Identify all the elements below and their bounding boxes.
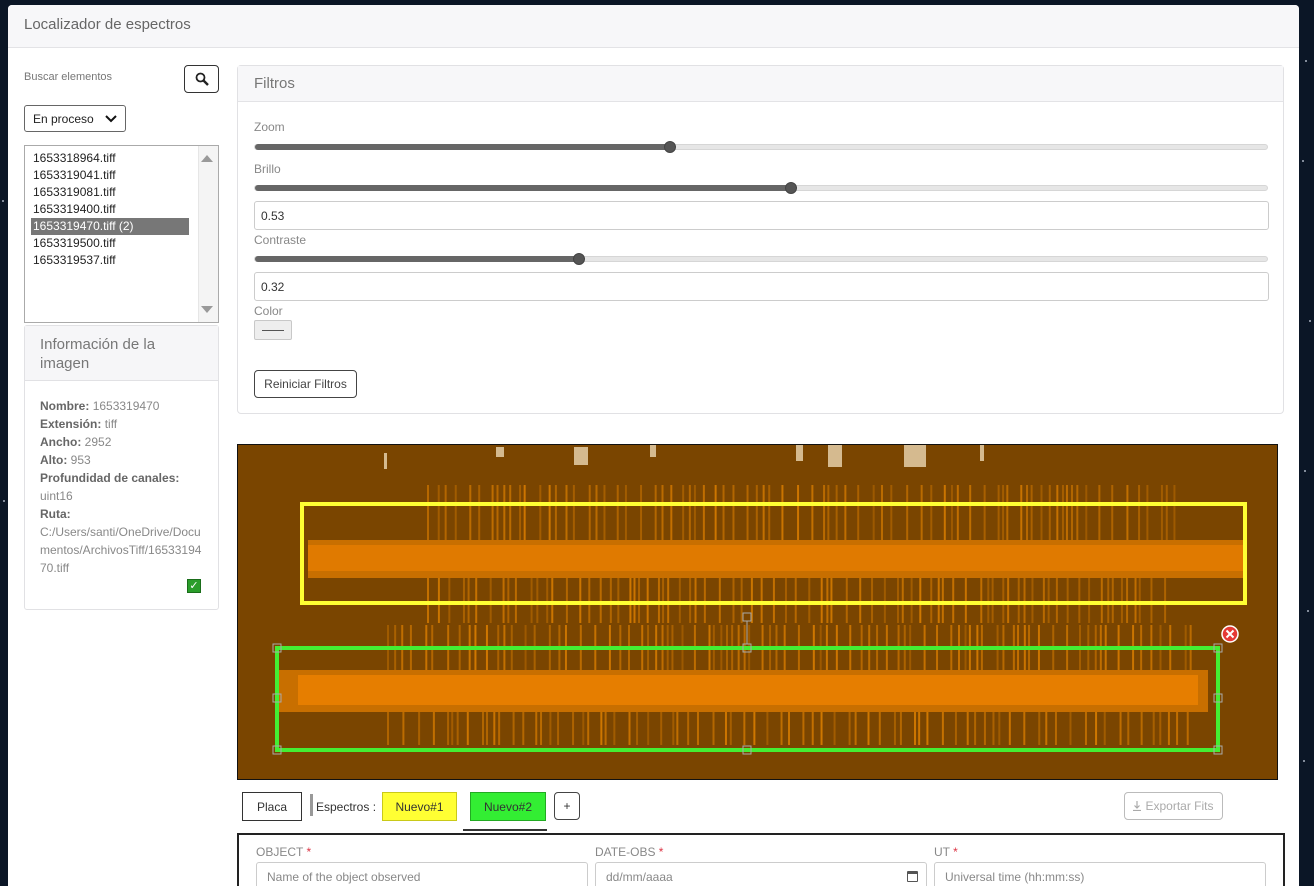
plate-image[interactable] <box>238 445 1278 780</box>
search-icon <box>195 72 209 86</box>
reset-filters-button[interactable]: Reiniciar Filtros <box>254 370 357 398</box>
info-height-label: Alto: <box>40 453 68 467</box>
info-height-row: Alto: 953 <box>40 451 203 469</box>
processed-checkbox[interactable]: ✓ <box>187 579 201 593</box>
info-depth-row: Profundidad de canales: uint16 <box>40 469 203 505</box>
brightness-input[interactable]: 0.53 <box>254 201 1269 230</box>
contrast-slider-thumb[interactable] <box>572 253 585 265</box>
scroll-down-arrow-icon[interactable] <box>201 306 213 313</box>
plate-image-canvas[interactable] <box>237 444 1278 780</box>
status-select[interactable]: En proceso <box>24 105 126 132</box>
object-field-group: OBJECT * Name of the object observed <box>256 845 588 886</box>
file-list-item[interactable]: 1653319537.tiff <box>31 252 189 269</box>
fits-header-form: OBJECT * Name of the object observed DAT… <box>237 833 1285 886</box>
tab-spectrum-1[interactable]: Nuevo#1 <box>382 792 457 821</box>
image-info-card: Información de la imagen Nombre: 1653319… <box>24 325 219 610</box>
ut-input[interactable]: Universal time (hh:mm:ss) <box>934 862 1266 886</box>
filters-panel: Filtros Zoom Brillo 0.53 Contraste 0.32 … <box>237 65 1284 414</box>
contrast-input[interactable]: 0.32 <box>254 272 1269 301</box>
object-field-label: OBJECT * <box>256 845 312 859</box>
info-width-label: Ancho: <box>40 435 82 449</box>
file-list[interactable]: 1653318964.tiff 1653319041.tiff 1653319081… <box>24 145 219 323</box>
add-spectrum-button[interactable]: + <box>554 792 580 820</box>
active-tab-indicator <box>463 829 547 831</box>
search-button[interactable] <box>184 65 219 93</box>
zoom-slider[interactable] <box>254 141 1268 153</box>
contrast-slider[interactable] <box>254 253 1268 265</box>
date-obs-field-label: DATE-OBS * <box>595 845 664 859</box>
color-label: Color <box>254 304 283 318</box>
close-icon[interactable] <box>1221 625 1239 643</box>
info-ext-value: tiff <box>104 417 118 431</box>
info-width-row: Ancho: 2952 <box>40 433 203 451</box>
info-depth-label: Profundidad de canales: <box>40 471 180 485</box>
info-path-label: Ruta: <box>40 507 71 521</box>
export-fits-label: Exportar Fits <box>1145 799 1214 813</box>
file-list-item[interactable]: 1653319470.tiff (2) <box>31 218 189 235</box>
ut-field-label: UT * <box>934 845 958 859</box>
filters-title: Filtros <box>238 66 1283 102</box>
file-list-item[interactable]: 1653319081.tiff <box>31 184 189 201</box>
image-info-title: Información de la imagen <box>25 326 218 381</box>
date-obs-placeholder: dd/mm/aaaa <box>606 870 673 884</box>
date-obs-input[interactable]: dd/mm/aaaa <box>595 862 927 886</box>
info-path-value: C:/Users/santi/OneDrive/Documentos/Archi… <box>40 525 202 575</box>
file-list-scrollbar[interactable] <box>198 146 218 322</box>
info-name-label: Nombre: <box>40 399 90 413</box>
file-list-item[interactable]: 1653319400.tiff <box>31 201 189 218</box>
search-label: Buscar elementos <box>24 71 113 83</box>
spectra-tabs: Placa Espectros : Nuevo#1 Nuevo#2 + Expo… <box>242 792 1242 832</box>
info-name-value: 1653319470 <box>92 399 160 413</box>
tab-spectrum-2[interactable]: Nuevo#2 <box>470 792 546 821</box>
file-list-item[interactable]: 1653319500.tiff <box>31 235 189 252</box>
info-ext-row: Extensión: tiff <box>40 415 203 433</box>
download-icon <box>1133 801 1142 811</box>
brightness-label: Brillo <box>254 162 281 176</box>
contrast-label: Contraste <box>254 233 307 247</box>
app-window: Localizador de espectros Buscar elemento… <box>8 5 1299 886</box>
calendar-icon[interactable] <box>907 871 918 882</box>
export-fits-button[interactable]: Exportar Fits <box>1124 792 1223 820</box>
file-list-item[interactable]: 1653319041.tiff <box>31 167 189 184</box>
zoom-slider-thumb[interactable] <box>663 141 676 153</box>
info-ext-label: Extensión: <box>40 417 102 431</box>
ut-field-group: UT * Universal time (hh:mm:ss) <box>934 845 1266 886</box>
status-select-value: En proceso <box>33 111 94 126</box>
info-width-value: 2952 <box>84 435 112 449</box>
info-path-row: Ruta: C:/Users/santi/OneDrive/Documentos/… <box>40 505 203 577</box>
spectra-label: Espectros : <box>316 800 377 814</box>
file-list-item[interactable]: 1653318964.tiff <box>31 150 189 167</box>
scroll-up-arrow-icon[interactable] <box>201 155 213 162</box>
color-picker[interactable] <box>254 320 292 340</box>
object-input[interactable]: Name of the object observed <box>256 862 588 886</box>
date-obs-field-group: DATE-OBS * dd/mm/aaaa <box>595 845 927 886</box>
chevron-down-icon <box>105 114 117 122</box>
tab-placa[interactable]: Placa <box>242 792 302 821</box>
brightness-slider[interactable] <box>254 182 1268 194</box>
app-title: Localizador de espectros <box>8 5 1299 48</box>
info-name-row: Nombre: 1653319470 <box>40 397 203 415</box>
zoom-label: Zoom <box>254 120 285 134</box>
info-depth-value: uint16 <box>40 489 73 503</box>
tab-separator <box>310 794 313 816</box>
info-height-value: 953 <box>70 453 91 467</box>
brightness-slider-thumb[interactable] <box>785 182 798 194</box>
